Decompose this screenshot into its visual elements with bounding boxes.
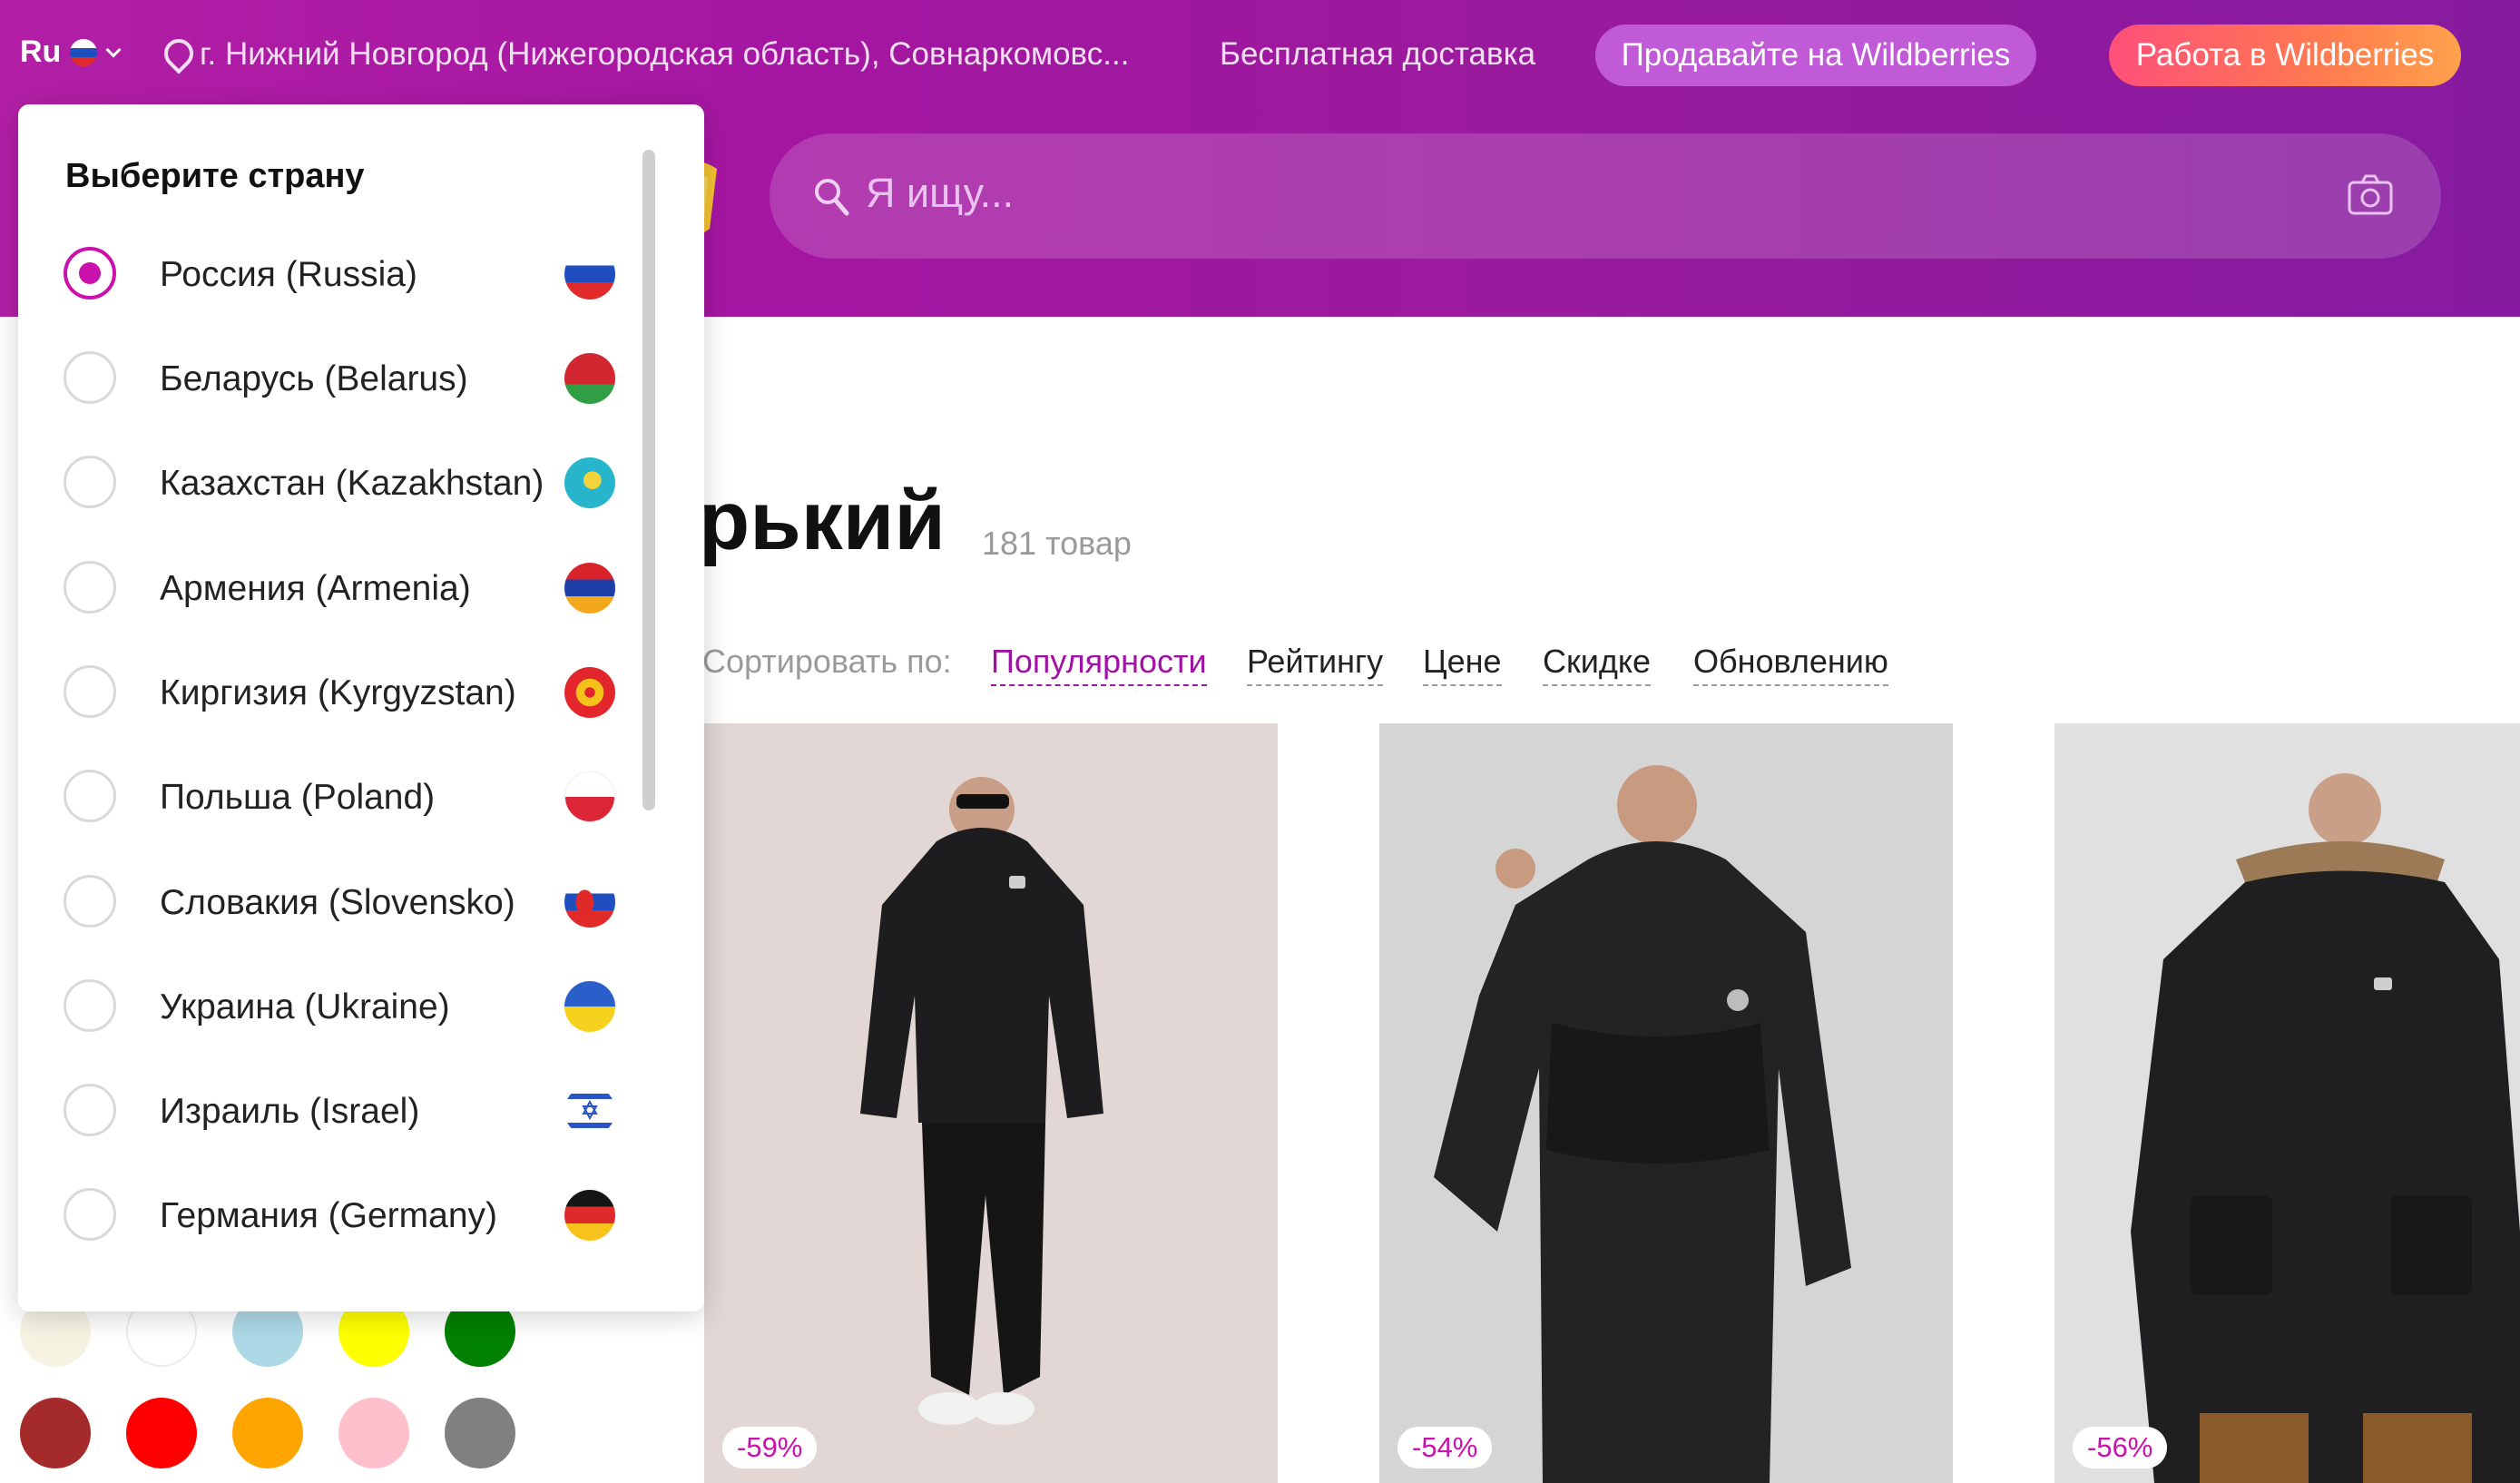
search-input[interactable]: Я ищу... [866, 170, 1014, 217]
radio-button[interactable] [64, 351, 116, 404]
work-at-wildberries-button[interactable]: Работа в Wildberries [2109, 25, 2461, 86]
sort-by-price[interactable]: Цене [1423, 643, 1502, 686]
dropdown-title: Выберите страну [65, 157, 365, 195]
slovakia-flag-icon [564, 877, 615, 928]
sell-on-wildberries-button[interactable]: Продавайте на Wildberries [1595, 25, 2036, 86]
russia-flag-icon [70, 38, 98, 66]
product-card[interactable]: -54% [1379, 723, 1953, 1483]
country-option-kazakhstan[interactable]: Казахстан (Kazakhstan) [64, 446, 626, 518]
armenia-flag-icon [564, 563, 615, 614]
country-label: Армения (Armenia) [160, 569, 471, 608]
search-bar[interactable]: Я ищу... [770, 133, 2441, 259]
free-delivery-link[interactable]: Бесплатная доставка [1220, 36, 1535, 73]
poland-flag-icon [564, 771, 615, 822]
camera-icon[interactable] [2347, 173, 2394, 217]
country-option-ukraine[interactable]: Украина (Ukraine) [64, 969, 626, 1042]
top-bar: Ru г. Нижний Новгород (Нижегородская обл… [0, 0, 2520, 109]
language-code: Ru [20, 34, 62, 69]
radio-button[interactable] [64, 770, 116, 822]
location-pin-icon [163, 39, 187, 70]
country-option-belarus[interactable]: Беларусь (Belarus) [64, 341, 626, 414]
page-title: рький [699, 475, 946, 567]
radio-button[interactable] [64, 1084, 116, 1136]
radio-button[interactable] [64, 875, 116, 928]
color-swatch-gray[interactable] [445, 1398, 515, 1468]
color-swatch-brown[interactable] [20, 1398, 91, 1468]
sort-label: Сортировать по: [702, 643, 952, 680]
search-icon [815, 179, 849, 216]
color-swatch-orange[interactable] [232, 1398, 303, 1468]
country-dropdown: Выберите страну Россия (Russia) Беларусь… [18, 104, 704, 1311]
radio-button[interactable] [64, 665, 116, 718]
radio-button[interactable] [64, 456, 116, 508]
color-swatch-red[interactable] [126, 1398, 197, 1468]
country-label: Словакия (Slovensko) [160, 883, 515, 922]
country-label: Казахстан (Kazakhstan) [160, 464, 544, 503]
germany-flag-icon [564, 1190, 615, 1241]
product-image [2054, 723, 2520, 1483]
country-label: Киргизия (Kyrgyzstan) [160, 673, 516, 712]
country-label: Польша (Poland) [160, 778, 436, 817]
country-option-armenia[interactable]: Армения (Armenia) [64, 551, 626, 624]
radio-button[interactable] [64, 561, 116, 614]
product-image [704, 723, 1278, 1483]
language-selector[interactable]: Ru [20, 34, 119, 70]
product-image [1379, 723, 1953, 1483]
country-label: Украина (Ukraine) [160, 987, 450, 1026]
product-card[interactable]: -59% [704, 723, 1278, 1483]
belarus-flag-icon [564, 353, 615, 404]
product-card[interactable]: -56% [2054, 723, 2520, 1483]
country-label: Германия (Germany) [160, 1196, 498, 1235]
country-label: Беларусь (Belarus) [160, 359, 468, 398]
kyrgyzstan-flag-icon [564, 667, 615, 718]
chevron-down-icon [106, 48, 119, 57]
dropdown-scrollbar[interactable] [642, 150, 655, 810]
country-label: Израиль (Israel) [160, 1092, 420, 1131]
sort-by-rating[interactable]: Рейтингу [1247, 643, 1384, 686]
ukraine-flag-icon [564, 981, 615, 1032]
sort-by-update[interactable]: Обновлению [1693, 643, 1888, 686]
location-text: г. Нижний Новгород (Нижегородская област… [200, 36, 1130, 72]
country-option-kyrgyzstan[interactable]: Киргизия (Kyrgyzstan) [64, 655, 626, 728]
color-swatch-pink[interactable] [338, 1398, 409, 1468]
sort-by-popularity[interactable]: Популярности [991, 643, 1207, 686]
discount-badge: -59% [722, 1427, 818, 1468]
russia-flag-icon [564, 249, 615, 300]
product-count: 181 товар [982, 525, 1132, 562]
country-label: Россия (Russia) [160, 255, 417, 294]
kazakhstan-flag-icon [564, 457, 615, 508]
country-option-slovakia[interactable]: Словакия (Slovensko) [64, 865, 626, 938]
sort-by-discount[interactable]: Скидке [1543, 643, 1652, 686]
radio-button[interactable] [64, 247, 116, 300]
radio-button[interactable] [64, 1188, 116, 1241]
country-option-russia[interactable]: Россия (Russia) [64, 237, 626, 309]
israel-flag-icon [564, 1085, 615, 1136]
country-option-germany[interactable]: Германия (Germany) [64, 1178, 626, 1251]
country-option-poland[interactable]: Польша (Poland) [64, 760, 626, 832]
radio-button[interactable] [64, 979, 116, 1032]
location-link[interactable]: г. Нижний Новгород (Нижегородская област… [163, 36, 1129, 73]
country-option-israel[interactable]: Израиль (Israel) [64, 1074, 626, 1146]
discount-badge: -54% [1397, 1427, 1493, 1468]
discount-badge: -56% [2073, 1427, 2168, 1468]
